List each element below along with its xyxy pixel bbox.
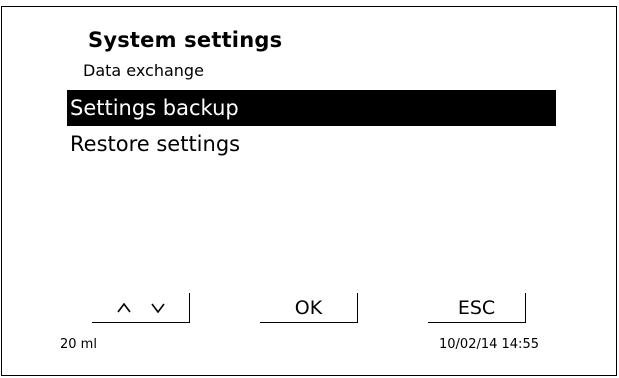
chevron-up-icon <box>116 302 131 313</box>
ok-button[interactable]: OK <box>260 293 358 323</box>
esc-button[interactable]: ESC <box>428 293 526 323</box>
menu-item-settings-backup[interactable]: Settings backup <box>67 90 556 126</box>
esc-button-label: ESC <box>457 296 496 319</box>
page-title: System settings <box>88 28 283 52</box>
menu-item-label: Restore settings <box>70 132 241 156</box>
page-subtitle: Data exchange <box>83 61 204 80</box>
menu-item-label: Settings backup <box>70 96 239 120</box>
menu-item-restore-settings[interactable]: Restore settings <box>67 126 556 162</box>
datetime-status: 10/02/14 14:55 <box>439 337 539 352</box>
ok-button-label: OK <box>294 296 323 319</box>
up-down-button[interactable] <box>92 293 190 323</box>
volume-status: 20 ml <box>60 337 97 352</box>
chevron-down-icon <box>150 303 165 313</box>
